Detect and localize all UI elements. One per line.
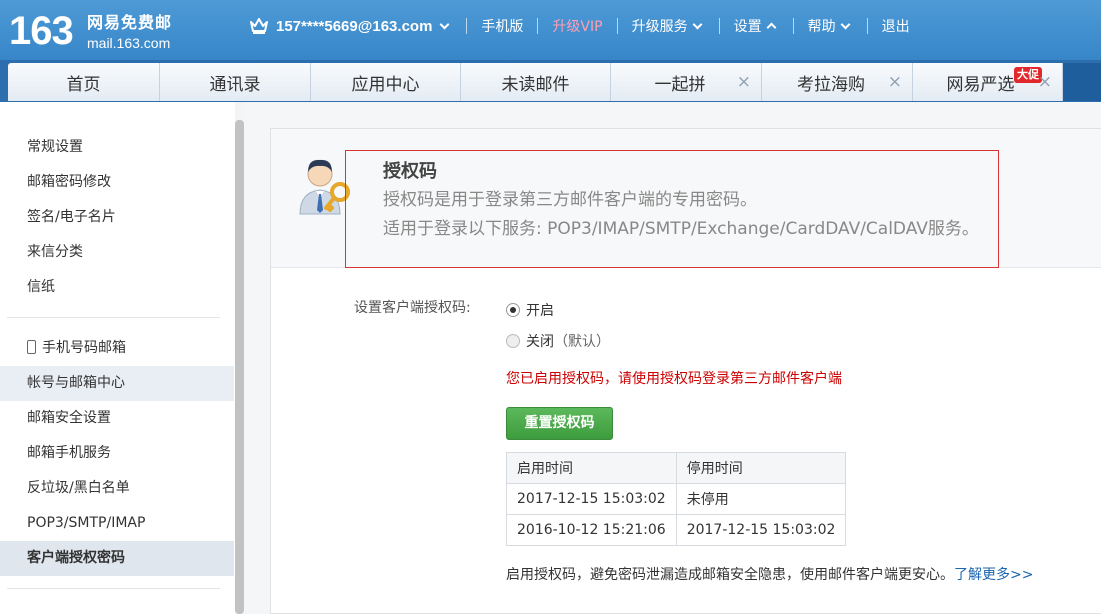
table-cell: 2017-12-15 15:03:02 <box>675 514 847 546</box>
sidebar-item-account-center[interactable]: 帐号与邮箱中心 <box>0 366 234 401</box>
crown-icon <box>250 18 268 34</box>
tab-label: 未读邮件 <box>501 74 570 95</box>
settings-link[interactable]: 设置 <box>734 16 762 36</box>
auth-history-table: 启用时间 停用时间 2017-12-15 15:03:02 未停用 2016-1… <box>506 452 847 546</box>
sidebar-item-spam[interactable]: 反垃圾/黑白名单 <box>0 471 234 506</box>
close-icon[interactable]: × <box>888 72 902 92</box>
tab-home[interactable]: 首页 <box>8 63 160 101</box>
sidebar-item-label: 邮箱安全设置 <box>27 410 111 426</box>
tab-kaola[interactable]: 考拉海购 × <box>762 63 913 101</box>
top-links: 157****5669@163.com 手机版 升级VIP 升级服务 设置 帮助… <box>276 14 910 38</box>
table-cell: 2017-12-15 15:03:02 <box>506 483 677 515</box>
radio-button-checked[interactable] <box>506 303 520 317</box>
sidebar-item-client-auth[interactable]: 客户端授权密码 <box>0 541 234 576</box>
radio-enable-label: 开启 <box>526 303 554 319</box>
sidebar-item-label: 手机号码邮箱 <box>42 340 126 356</box>
radio-disable-default-note: （默认） <box>554 334 610 350</box>
reset-auth-code-button[interactable]: 重置授权码 <box>506 407 613 440</box>
sidebar-item-phone-mailbox[interactable]: 手机号码邮箱 <box>0 331 234 366</box>
sidebar-divider <box>7 317 220 318</box>
learn-more-link[interactable]: 了解更多>> <box>954 567 1033 583</box>
sidebar-item-label: 邮箱密码修改 <box>27 174 111 190</box>
mobile-link[interactable]: 手机版 <box>481 16 523 36</box>
sidebar-item-signature[interactable]: 签名/电子名片 <box>0 200 234 235</box>
sidebar-item-general[interactable]: 常规设置 <box>0 130 234 165</box>
divider <box>866 18 868 34</box>
divider <box>616 18 618 34</box>
tab-label: 应用中心 <box>351 74 420 95</box>
chevron-down-icon[interactable] <box>692 19 703 29</box>
sidebar-item-label: 帐号与邮箱中心 <box>27 375 125 391</box>
sidebar-item-label: 邮箱手机服务 <box>27 445 111 461</box>
radio-disable[interactable]: 关闭 （默认） <box>506 331 610 351</box>
sidebar-divider <box>7 588 220 589</box>
tab-label: 网易严选 <box>946 74 1015 95</box>
settings-sidebar: 常规设置 邮箱密码修改 签名/电子名片 来信分类 信纸 手机号码邮箱 帐号与邮箱… <box>0 102 235 614</box>
sidebar-item-security[interactable]: 邮箱安全设置 <box>0 401 234 436</box>
sidebar-scroll-thumb[interactable] <box>235 120 244 614</box>
logo-number[interactable]: 163 <box>9 9 74 53</box>
sidebar-item-mobile-service[interactable]: 邮箱手机服务 <box>0 436 234 471</box>
tab-yanxuan[interactable]: 网易严选 大促 × <box>913 63 1063 101</box>
divider <box>466 18 468 34</box>
tab-app-center[interactable]: 应用中心 <box>311 63 461 101</box>
chevron-down-icon[interactable] <box>439 19 450 29</box>
sidebar-item-label: POP3/SMTP/IMAP <box>27 515 146 531</box>
radio-disable-label: 关闭 <box>526 334 554 350</box>
sidebar-item-label: 信纸 <box>27 279 55 295</box>
column-header: 停用时间 <box>675 452 847 484</box>
divider <box>537 18 539 34</box>
sidebar-item-label: 来信分类 <box>27 244 83 260</box>
account-name[interactable]: 157****5669@163.com <box>276 18 432 35</box>
table-header-row: 启用时间 停用时间 <box>506 452 847 484</box>
security-tip-text: 启用授权码，避免密码泄漏造成邮箱安全隐患，使用邮件客户端更安心。 <box>506 567 954 583</box>
auth-setting-label: 设置客户端授权码: <box>354 300 471 316</box>
tab-label: 一起拼 <box>654 74 706 95</box>
page-title: 授权码 <box>383 161 437 182</box>
upgrade-service-link[interactable]: 升级服务 <box>632 16 688 36</box>
sidebar-item-filters[interactable]: 来信分类 <box>0 235 234 270</box>
tab-label: 考拉海购 <box>797 74 865 95</box>
chevron-up-icon[interactable] <box>766 22 777 32</box>
top-header: 163 网易免费邮 mail.163.com 157****5669@163.c… <box>0 0 1101 60</box>
tab-label: 首页 <box>66 74 101 95</box>
logout-link[interactable]: 退出 <box>882 16 910 36</box>
tab-group-buy[interactable]: 一起拼 × <box>611 63 762 101</box>
sidebar-item-pop3[interactable]: POP3/SMTP/IMAP <box>0 506 234 541</box>
tab-contacts[interactable]: 通讯录 <box>160 63 311 101</box>
radio-button-unchecked[interactable] <box>506 334 520 348</box>
sidebar-item-label: 签名/电子名片 <box>27 209 116 225</box>
upgrade-vip-link[interactable]: 升级VIP <box>552 16 602 36</box>
divider <box>792 18 794 34</box>
table-cell: 2016-10-12 15:21:06 <box>506 514 677 546</box>
tab-scroll-area <box>1063 63 1101 101</box>
tab-unread[interactable]: 未读邮件 <box>461 63 611 101</box>
radio-enable[interactable]: 开启 <box>506 300 554 320</box>
tab-label: 通讯录 <box>209 74 261 95</box>
divider <box>718 18 720 34</box>
close-icon[interactable]: × <box>1038 72 1052 92</box>
table-row: 2016-10-12 15:21:06 2017-12-15 15:03:02 <box>506 514 847 546</box>
chevron-down-icon[interactable] <box>840 19 851 29</box>
security-tip: 启用授权码，避免密码泄漏造成邮箱安全隐患，使用邮件客户端更安心。了解更多>> <box>506 565 1033 585</box>
tab-list: 首页 通讯录 应用中心 未读邮件 一起拼 × 考拉海购 × 网易严选 大促 × <box>8 63 1063 101</box>
sidebar-item-label: 客户端授权密码 <box>27 550 125 566</box>
sidebar-item-label: 反垃圾/黑白名单 <box>27 480 130 496</box>
table-cell: 未停用 <box>675 483 847 515</box>
close-icon[interactable]: × <box>737 72 751 92</box>
table-row: 2017-12-15 15:03:02 未停用 <box>506 483 847 515</box>
logo-domain: mail.163.com <box>87 35 171 51</box>
help-link[interactable]: 帮助 <box>808 16 836 36</box>
logo-title: 网易免费邮 <box>87 13 173 32</box>
sidebar-item-password[interactable]: 邮箱密码修改 <box>0 165 234 200</box>
sidebar-item-stationery[interactable]: 信纸 <box>0 270 234 305</box>
status-notice: 您已启用授权码，请使用授权码登录第三方邮件客户端 <box>506 371 842 387</box>
phone-icon <box>27 340 36 354</box>
description-line-2: 适用于登录以下服务: POP3/IMAP/SMTP/Exchange/CardD… <box>383 219 979 239</box>
column-header: 启用时间 <box>506 452 677 484</box>
description-line-1: 授权码是用于登录第三方邮件客户端的专用密码。 <box>383 190 757 210</box>
sidebar-item-label: 常规设置 <box>27 139 83 155</box>
